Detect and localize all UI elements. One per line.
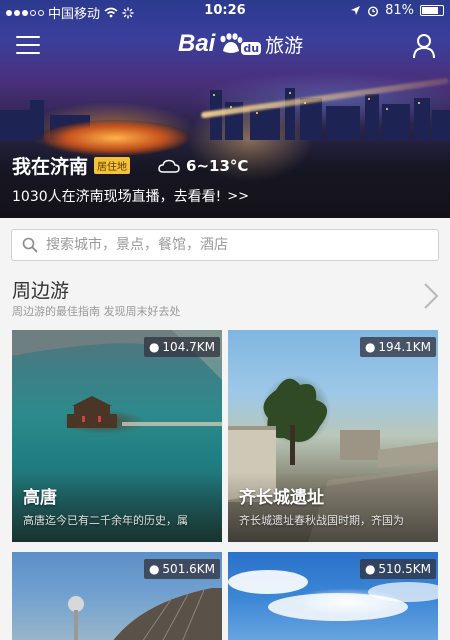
temperature: 6~13°C	[186, 156, 249, 175]
live-text: 1030人在济南现场直播，去看看!	[12, 189, 222, 205]
destination-card-3[interactable]: ● 501.6KM	[12, 552, 222, 640]
distance-value: 104.7KM	[162, 340, 215, 354]
menu-icon[interactable]	[16, 36, 40, 56]
paw-icon	[220, 33, 243, 53]
city-name: 我在济南	[12, 156, 89, 178]
card-description: 齐长城遗址春秋战国时期，齐国为	[239, 514, 404, 527]
residence-tag: 居住地	[94, 157, 131, 174]
map-pin-icon: ●	[148, 562, 160, 576]
status-right: 81%	[350, 3, 444, 18]
logo-suffix: 旅游	[265, 34, 304, 57]
section-subtitle: 周边游的最佳指南 发现周末好去处	[12, 305, 181, 318]
cloud-icon	[158, 159, 180, 173]
logo-text: Bai	[178, 30, 216, 57]
card-title: 齐长城遗址	[239, 488, 324, 508]
card-description: 高唐迄今已有二千余年的历史，属	[23, 514, 188, 527]
distance-value: 510.5KM	[378, 562, 431, 576]
destination-card-gaotang[interactable]: ● 104.7KM 高唐 高唐迄今已有二千余年的历史，属	[12, 330, 222, 542]
section-title: 周边游	[12, 280, 70, 302]
alarm-clock-icon	[368, 5, 379, 17]
status-bar: 中国移动 10:26 81%	[0, 0, 450, 22]
distance-badge: ● 194.1KM	[359, 337, 436, 357]
search-input[interactable]	[46, 237, 406, 253]
map-pin-icon: ●	[364, 562, 376, 576]
battery-percent: 81%	[385, 3, 414, 18]
map-pin-icon: ●	[364, 340, 376, 354]
logo-badge: du	[241, 41, 262, 55]
user-icon[interactable]	[412, 33, 436, 59]
distance-value: 501.6KM	[162, 562, 215, 576]
battery-icon	[420, 5, 444, 16]
destination-card-4[interactable]: ● 510.5KM	[228, 552, 438, 640]
double-chevron-right-icon: >>	[227, 188, 250, 204]
distance-badge: ● 501.6KM	[143, 559, 220, 579]
destination-card-great-wall[interactable]: ● 194.1KM 齐长城遗址 齐长城遗址春秋战国时期，齐国为	[228, 330, 438, 542]
distance-badge: ● 104.7KM	[143, 337, 220, 357]
baidu-travel-logo[interactable]: Bai du 旅游	[178, 30, 303, 58]
card-title: 高唐	[23, 488, 57, 508]
map-pin-icon: ●	[148, 340, 160, 354]
city-info: 我在济南 居住地 6~13°C	[12, 152, 248, 179]
distance-badge: ● 510.5KM	[359, 559, 436, 579]
chevron-right-icon[interactable]	[422, 281, 440, 311]
live-stream-link[interactable]: 1030人在济南现场直播，去看看! >>	[12, 186, 249, 206]
distance-value: 194.1KM	[378, 340, 431, 354]
location-arrow-icon	[351, 6, 361, 15]
search-icon	[22, 237, 38, 253]
search-bar[interactable]	[11, 229, 439, 261]
